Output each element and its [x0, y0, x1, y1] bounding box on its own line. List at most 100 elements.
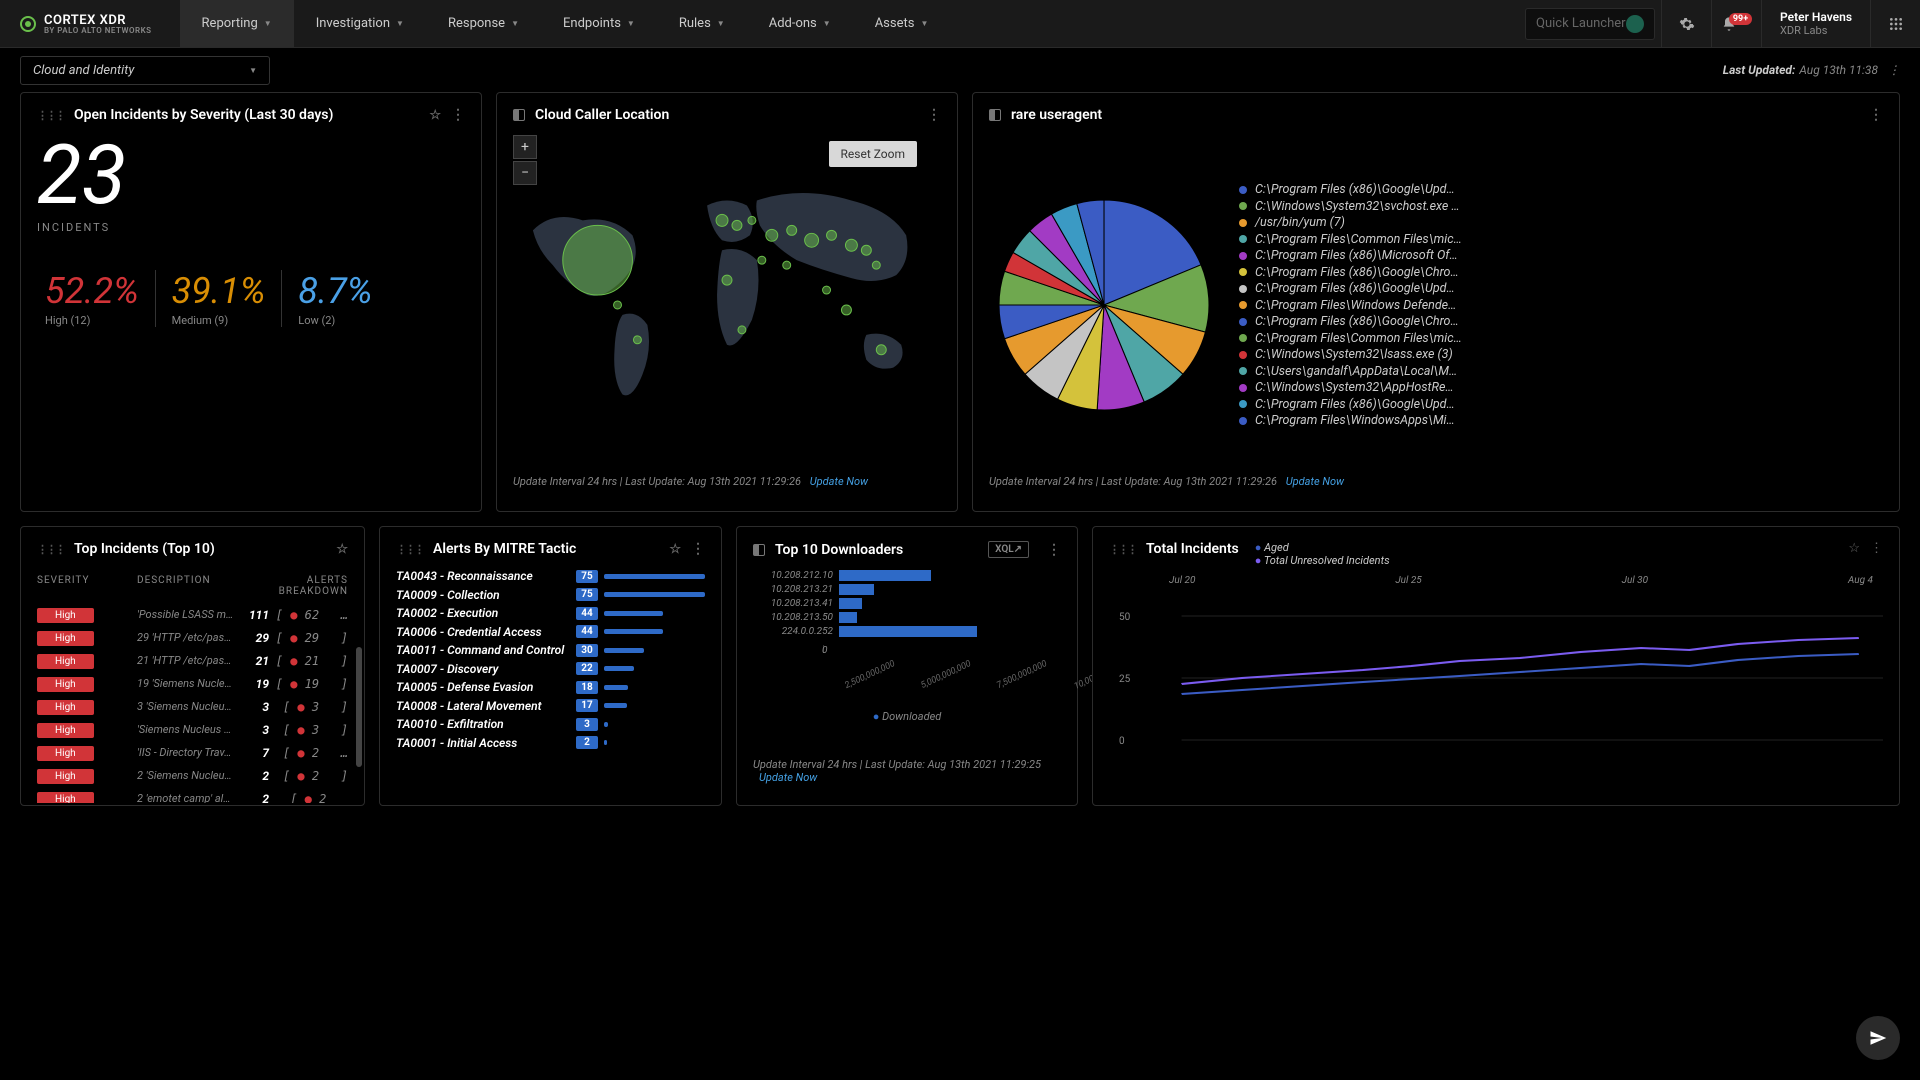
nav-assets[interactable]: Assets▼	[853, 0, 951, 47]
legend-item[interactable]: C:\Program Files (x86)\Google\Chro…	[1239, 314, 1883, 329]
legend-item[interactable]: C:\Program Files (x86)\Google\Chro…	[1239, 265, 1883, 280]
table-row[interactable]: High 21 'HTTP /etc/pass… 21 [ ● 21 ]	[37, 649, 348, 672]
mitre-row[interactable]: TA0005 - Defense Evasion 18	[396, 680, 705, 694]
subheader-more-button[interactable]: ⋮	[1888, 63, 1900, 77]
mitre-row[interactable]: TA0007 - Discovery 22	[396, 662, 705, 676]
downloader-ip: 10.208.213.50	[753, 612, 833, 623]
widget-more-button[interactable]: ⋮	[927, 107, 941, 123]
user-name: Peter Havens	[1780, 10, 1852, 24]
legend-text: C:\Program Files (x86)\Google\Upd…	[1255, 182, 1455, 197]
x-axis-tick: 7,500,000,000	[996, 659, 1049, 691]
update-now-link[interactable]: Update Now	[1286, 475, 1344, 488]
world-map[interactable]: + − Reset Zoom	[513, 135, 941, 475]
legend-dot-icon	[1239, 400, 1247, 408]
legend-item[interactable]: C:\Program Files (x86)\Microsoft Of…	[1239, 248, 1883, 263]
quick-launcher-input[interactable]: Quick Launcher	[1525, 8, 1655, 40]
legend-item[interactable]: C:\Windows\System32\svchost.exe …	[1239, 199, 1883, 214]
severity-badge: High	[37, 608, 94, 623]
mitre-count: 30	[576, 644, 598, 657]
mitre-row[interactable]: TA0009 - Collection 75	[396, 588, 705, 602]
chevron-down-icon: ▼	[920, 19, 928, 28]
favorite-button[interactable]: ☆	[429, 108, 441, 123]
legend-item[interactable]: C:\Program Files (x86)\Google\Upd…	[1239, 397, 1883, 412]
table-row[interactable]: High 2 'Siemens Nucleus … 2 [ ● 2 ]	[37, 764, 348, 787]
table-row[interactable]: High 'IIS - Directory Trav… 7 [ ● 2 …	[37, 741, 348, 764]
nav-add-ons[interactable]: Add-ons▼	[747, 0, 853, 47]
widget-more-button[interactable]: ⋮	[1047, 542, 1061, 558]
downloader-row[interactable]: 10.208.213.50	[753, 612, 1061, 623]
legend-unresolved: Total Unresolved Incidents	[1264, 554, 1390, 567]
nav-investigation[interactable]: Investigation▼	[294, 0, 426, 47]
drag-handle-icon[interactable]: ⋮⋮⋮	[37, 109, 64, 122]
legend-item[interactable]: C:\Program Files\Windows Defende…	[1239, 298, 1883, 313]
legend-item[interactable]: C:\Program Files (x86)\Google\Upd…	[1239, 182, 1883, 197]
mitre-row[interactable]: TA0043 - Reconnaissance 75	[396, 569, 705, 583]
legend-item[interactable]: C:\Windows\System32\lsass.exe (3)	[1239, 347, 1883, 362]
legend-text: C:\Windows\System32\lsass.exe (3)	[1255, 347, 1453, 362]
mitre-row[interactable]: TA0010 - Exfiltration 3	[396, 717, 705, 731]
widget-more-button[interactable]: ⋮	[451, 107, 465, 123]
nav-label: Rules	[679, 16, 711, 31]
downloader-row[interactable]: 224.0.0.252	[753, 626, 1061, 637]
legend-item[interactable]: C:\Program Files\Common Files\mic…	[1239, 232, 1883, 247]
legend-dot-icon	[1239, 219, 1247, 227]
widget-more-button[interactable]: ⋮	[1870, 541, 1883, 556]
user-menu[interactable]: Peter Havens XDR Labs	[1761, 0, 1870, 47]
mitre-body: TA0043 - Reconnaissance 75 TA0009 - Coll…	[396, 569, 705, 750]
table-row[interactable]: High 'Possible LSASS me… 111 [ ● 62 …	[37, 603, 348, 626]
table-row[interactable]: High 'Siemens Nucleus N… 3 [ ● 3 ]	[37, 718, 348, 741]
xql-button[interactable]: XQL↗	[988, 541, 1029, 558]
pie-chart	[999, 200, 1209, 410]
notifications-button[interactable]: 99+	[1711, 0, 1761, 47]
nav-endpoints[interactable]: Endpoints▼	[541, 0, 657, 47]
nav-rules[interactable]: Rules▼	[657, 0, 747, 47]
update-now-link[interactable]: Update Now	[759, 771, 817, 784]
nav-response[interactable]: Response▼	[426, 0, 541, 47]
downloader-row[interactable]: 10.208.213.41	[753, 598, 1061, 609]
dashboard-selector[interactable]: Cloud and Identity ▼	[20, 56, 270, 85]
help-fab-button[interactable]	[1856, 1016, 1900, 1060]
mitre-count: 22	[576, 662, 598, 675]
scrollbar-thumb[interactable]	[356, 647, 362, 767]
downloader-row[interactable]: 10.208.213.21	[753, 584, 1061, 595]
table-row[interactable]: High 2 'emotet camp' ale… 2 [ ● 2	[37, 787, 348, 803]
table-row[interactable]: High 29 'HTTP /etc/pass… 29 [ ● 29 ]	[37, 626, 348, 649]
mitre-row[interactable]: TA0008 - Lateral Movement 17	[396, 699, 705, 713]
mitre-row[interactable]: TA0011 - Command and Control 30	[396, 643, 705, 657]
settings-button[interactable]	[1661, 0, 1711, 47]
drag-handle-icon[interactable]: ⋮⋮⋮	[1109, 543, 1136, 556]
table-row[interactable]: High 3 'Siemens Nucleus … 3 [ ● 3 ]	[37, 695, 348, 718]
table-row[interactable]: High 19 'Siemens Nucleu… 19 [ ● 19 ]	[37, 672, 348, 695]
mitre-row[interactable]: TA0006 - Credential Access 44	[396, 625, 705, 639]
favorite-button[interactable]: ☆	[669, 542, 681, 557]
update-now-link[interactable]: Update Now	[810, 475, 868, 488]
drag-handle-icon[interactable]: ⋮⋮⋮	[396, 543, 423, 556]
legend-item[interactable]: /usr/bin/yum (7)	[1239, 215, 1883, 230]
reset-zoom-button[interactable]: Reset Zoom	[829, 141, 918, 167]
y-tick: 0	[1119, 736, 1125, 747]
widget-more-button[interactable]: ⋮	[691, 541, 705, 557]
favorite-button[interactable]: ☆	[336, 542, 348, 557]
incident-count: 111	[235, 608, 269, 622]
widget-more-button[interactable]: ⋮	[1869, 107, 1883, 123]
favorite-button[interactable]: ☆	[1848, 541, 1860, 556]
zoom-out-button[interactable]: −	[513, 161, 537, 185]
drag-handle-icon[interactable]: ⋮⋮⋮	[37, 543, 64, 556]
x-axis-tick: 2,500,000,000	[843, 659, 896, 691]
topbar: CORTEX XDR BY PALO ALTO NETWORKS Reporti…	[0, 0, 1920, 48]
mitre-row[interactable]: TA0002 - Execution 44	[396, 606, 705, 620]
legend-item[interactable]: C:\Program Files\Common Files\mic…	[1239, 331, 1883, 346]
zoom-in-button[interactable]: +	[513, 135, 537, 159]
legend-item[interactable]: C:\Users\gandalf\AppData\Local\M…	[1239, 364, 1883, 379]
mitre-row[interactable]: TA0001 - Initial Access 2	[396, 736, 705, 750]
legend-item[interactable]: C:\Program Files\WindowsApps\Mi…	[1239, 413, 1883, 428]
alerts-breakdown: [ ● 2	[269, 792, 348, 804]
downloader-row[interactable]: 10.208.212.10	[753, 570, 1061, 581]
brand-logo[interactable]: CORTEX XDR BY PALO ALTO NETWORKS	[0, 13, 180, 35]
nav-reporting[interactable]: Reporting▼	[180, 0, 294, 47]
legend-item[interactable]: C:\Windows\System32\AppHostRe…	[1239, 380, 1883, 395]
widget-rare-useragent: rare useragent ⋮ C:\Program Files (x86)\…	[972, 92, 1900, 512]
legend-dot-icon	[1239, 301, 1247, 309]
apps-button[interactable]	[1870, 0, 1920, 47]
legend-item[interactable]: C:\Program Files (x86)\Google\Upd…	[1239, 281, 1883, 296]
